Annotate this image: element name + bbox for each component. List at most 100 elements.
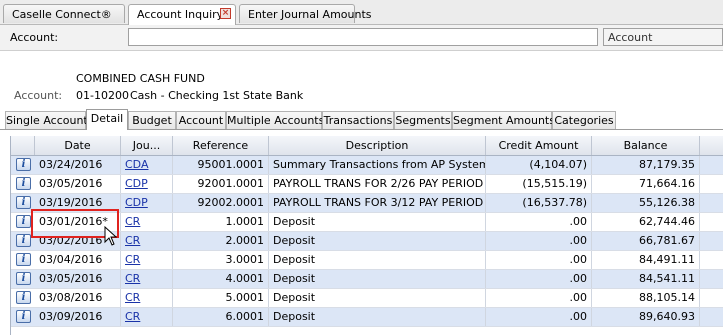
close-tab-icon[interactable]: × [220, 8, 231, 19]
description-cell: Deposit [269, 270, 486, 288]
journal-cell: CR [121, 289, 173, 307]
column-header-date[interactable]: Date [35, 136, 121, 155]
balance-cell: 62,744.46 [592, 213, 700, 231]
tab-multiple-accounts[interactable]: Multiple Accounts [226, 111, 324, 129]
table-row[interactable]: i 03/05/2016 CR 4.0001 Deposit .00 84,541.11 [11, 270, 723, 289]
info-icon[interactable]: i [16, 253, 31, 266]
description-cell: Summary Transactions from AP System [269, 156, 486, 174]
tab-categories[interactable]: Categories [552, 111, 616, 129]
journal-link[interactable]: CR [125, 215, 140, 228]
journal-cell: CDP [121, 194, 173, 212]
journal-cell: CR [121, 232, 173, 250]
tab-single-account[interactable]: Single Account [5, 111, 88, 129]
tab-segments[interactable]: Segments [394, 111, 452, 129]
credit-amount-cell: (15,515.19) [486, 175, 592, 193]
info-icon[interactable]: i [16, 234, 31, 247]
tab-segment-amounts[interactable]: Segment Amounts [452, 111, 555, 129]
tab-budget[interactable]: Budget [128, 111, 176, 129]
account-number: 01-10200 [76, 89, 129, 102]
date-cell: 03/05/2016 [35, 270, 121, 288]
balance-cell: 87,179.35 [592, 156, 700, 174]
tab-account[interactable]: Account [176, 111, 226, 129]
reference-cell: 5.0001 [173, 289, 269, 307]
tab-label: Caselle Connect® [12, 8, 112, 21]
reference-cell: 4.0001 [173, 270, 269, 288]
date-cell: 03/05/2016 [35, 175, 121, 193]
info-icon[interactable]: i [16, 215, 31, 228]
description-cell: PAYROLL TRANS FOR 3/12 PAY PERIOD [269, 194, 486, 212]
reference-cell: 1.0001 [173, 213, 269, 231]
balance-cell: 71,664.16 [592, 175, 700, 193]
tab-label: Account Inquiry [137, 8, 224, 21]
balance-cell: 66,781.67 [592, 232, 700, 250]
reference-cell: 3.0001 [173, 251, 269, 269]
account-label: Account: [14, 89, 63, 102]
balance-cell: 88,105.14 [592, 289, 700, 307]
account-search-input[interactable] [128, 28, 598, 46]
grid-header: Date Jou... Reference Description Credit… [11, 136, 723, 156]
description-cell: PAYROLL TRANS FOR 2/26 PAY PERIOD [269, 175, 486, 193]
table-row[interactable]: i 03/24/2016 CDA 95001.0001 Summary Transact… [11, 156, 723, 175]
table-row[interactable]: i 03/08/2016 CR 5.0001 Deposit .00 88,105.14 [11, 289, 723, 308]
info-icon[interactable]: i [16, 158, 31, 171]
journal-link[interactable]: CDA [125, 158, 148, 171]
info-icon[interactable]: i [16, 196, 31, 209]
reference-cell: 95001.0001 [173, 156, 269, 174]
credit-amount-cell: .00 [486, 213, 592, 231]
column-header-reference[interactable]: Reference [173, 136, 269, 155]
table-row[interactable]: i 03/05/2016 CDP 92001.0001 PAYROLL TRANS FO… [11, 175, 723, 194]
account-description: Cash - Checking 1st State Bank [130, 89, 304, 102]
journal-cell: CR [121, 251, 173, 269]
date-cell: 03/09/2016 [35, 308, 121, 326]
document-tab-strip: Caselle Connect® Account Inquiry × Enter… [0, 0, 723, 25]
reference-cell: 2.0001 [173, 232, 269, 250]
table-row[interactable]: i 03/09/2016 CR 6.0001 Deposit .00 89,640.93 [11, 308, 723, 327]
table-row[interactable]: i 03/04/2016 CR 3.0001 Deposit .00 84,491.11 [11, 251, 723, 270]
journal-link[interactable]: CR [125, 253, 140, 266]
journal-link[interactable]: CR [125, 291, 140, 304]
info-icon[interactable]: i [16, 272, 31, 285]
column-header-journal[interactable]: Jou... [121, 136, 173, 155]
tab-label: Enter Journal Amounts [248, 8, 372, 21]
date-cell: 03/08/2016 [35, 289, 121, 307]
column-header-credit-amount[interactable]: Credit Amount [486, 136, 592, 155]
inquiry-subtabs: Single Account Detail Budget Account Mul… [0, 109, 723, 130]
search-type-select[interactable]: Account [603, 28, 723, 46]
tab-transactions[interactable]: Transactions [322, 111, 394, 129]
tab-caselle-connect[interactable]: Caselle Connect® [3, 4, 125, 23]
journal-link[interactable]: CR [125, 234, 140, 247]
info-icon[interactable]: i [16, 291, 31, 304]
journal-link[interactable]: CR [125, 272, 140, 285]
reference-cell: 92001.0001 [173, 175, 269, 193]
credit-amount-cell: .00 [486, 232, 592, 250]
balance-cell: 84,541.11 [592, 270, 700, 288]
tab-account-inquiry[interactable]: Account Inquiry × [128, 4, 236, 25]
journal-link[interactable]: CDP [125, 177, 148, 190]
credit-amount-cell: (16,537.78) [486, 194, 592, 212]
date-cell: 03/04/2016 [35, 251, 121, 269]
column-header-balance[interactable]: Balance [592, 136, 700, 155]
tab-enter-journal-amounts[interactable]: Enter Journal Amounts [239, 4, 372, 23]
account-search-bar: Account: Account [0, 25, 723, 51]
description-cell: Deposit [269, 251, 486, 269]
journal-cell: CDP [121, 175, 173, 193]
account-search-label: Account: [10, 31, 59, 44]
description-cell: Deposit [269, 308, 486, 326]
journal-cell: CR [121, 308, 173, 326]
header-info-column [11, 136, 35, 155]
journal-cell: CR [121, 270, 173, 288]
credit-amount-cell: (4,104.07) [486, 156, 592, 174]
info-icon[interactable]: i [16, 177, 31, 190]
tab-detail[interactable]: Detail [86, 109, 128, 130]
info-icon[interactable]: i [16, 310, 31, 323]
mouse-pointer-icon [104, 226, 118, 246]
fund-name: COMBINED CASH FUND [76, 72, 205, 85]
journal-link[interactable]: CDP [125, 196, 148, 209]
reference-cell: 6.0001 [173, 308, 269, 326]
journal-link[interactable]: CR [125, 310, 140, 323]
description-cell: Deposit [269, 232, 486, 250]
description-cell: Deposit [269, 213, 486, 231]
journal-cell: CR [121, 213, 173, 231]
balance-cell: 84,491.11 [592, 251, 700, 269]
column-header-description[interactable]: Description [269, 136, 486, 155]
